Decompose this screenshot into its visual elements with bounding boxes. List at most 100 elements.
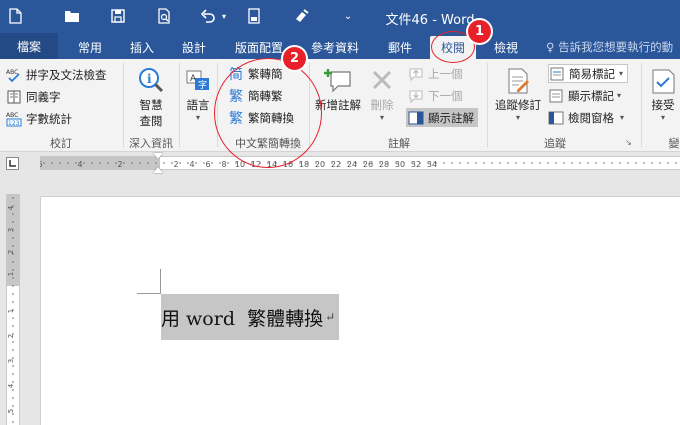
tab-file[interactable]: 檔案 bbox=[0, 33, 58, 59]
dialog-launcher-icon[interactable]: ↘ bbox=[625, 138, 632, 147]
tell-me-search[interactable]: ♀ 告訴我您想要執行的動 bbox=[546, 39, 673, 55]
dropdown-arrow-icon: ▾ bbox=[617, 91, 622, 100]
document-paragraph[interactable]: 用 word 繁體轉換 bbox=[161, 304, 323, 331]
smart-lookup-label-2: 查閱 bbox=[139, 114, 163, 128]
ruler-label: 4 bbox=[7, 383, 15, 388]
format-painter-icon[interactable] bbox=[290, 5, 314, 27]
track-changes-label: 追蹤修訂 bbox=[495, 98, 541, 112]
ruler-bar: 642246810121416182022242628303234 bbox=[0, 152, 680, 174]
ruler-label: 34 bbox=[427, 160, 437, 169]
title-bar: ▾ ⌄ 文件46 - Word bbox=[0, 0, 680, 33]
tell-me-text: 告訴我您想要執行的動 bbox=[558, 40, 674, 54]
open-folder-icon[interactable] bbox=[60, 5, 84, 27]
save-icon[interactable] bbox=[106, 5, 130, 27]
accept-label: 接受 bbox=[651, 98, 675, 112]
comments-group-label: 註解 bbox=[388, 137, 410, 150]
dropdown-arrow-icon: ▾ bbox=[379, 113, 384, 122]
tab-home[interactable]: 常用 bbox=[70, 36, 110, 59]
svg-text:i: i bbox=[147, 72, 152, 86]
tab-mailings[interactable]: 郵件 bbox=[380, 36, 420, 59]
thesaurus-icon bbox=[6, 89, 22, 105]
horizontal-ruler[interactable]: 642246810121416182022242628303234 bbox=[40, 153, 680, 173]
ruler-label: 4 bbox=[7, 205, 15, 210]
step-badge-2: 2 bbox=[283, 47, 306, 70]
show-markup-button[interactable]: 顯示標記 ▾ bbox=[548, 86, 621, 105]
thesaurus-label: 同義字 bbox=[26, 89, 61, 104]
first-line-indent-marker[interactable] bbox=[153, 153, 163, 159]
customize-dropdown-icon[interactable]: ⌄ bbox=[336, 5, 360, 27]
undo-dropdown-icon[interactable]: ▾ bbox=[218, 5, 230, 27]
word-count-icon: ABC 123 bbox=[6, 111, 22, 127]
spelling-icon: ABC bbox=[6, 67, 22, 83]
markup-mode-select[interactable]: 簡易標記 ▾ bbox=[548, 64, 629, 83]
group-divider bbox=[641, 63, 642, 147]
ruler-label: 20 bbox=[315, 160, 325, 169]
ruler-label: 28 bbox=[379, 160, 389, 169]
tab-view[interactable]: 檢視 bbox=[486, 36, 526, 59]
changes-group-label: 變 bbox=[668, 137, 680, 150]
spelling-grammar-button[interactable]: ABC 拼字及文法檢查 bbox=[6, 65, 107, 84]
smart-lookup-label-1: 智慧 bbox=[139, 98, 163, 112]
margin-corner-mark bbox=[137, 293, 161, 294]
next-comment-button[interactable]: 下一個 bbox=[408, 86, 463, 105]
ruler-label: 5 bbox=[7, 409, 15, 413]
previous-comment-button[interactable]: 上一個 bbox=[408, 64, 463, 83]
dropdown-arrow-icon: ▾ bbox=[195, 113, 200, 122]
touch-mode-icon[interactable] bbox=[242, 5, 266, 27]
show-comments-icon bbox=[408, 110, 424, 126]
show-markup-label: 顯示標記 bbox=[568, 88, 614, 103]
ruler-label: 32 bbox=[411, 160, 421, 169]
word-count-button[interactable]: ABC 123 字數統計 bbox=[6, 109, 72, 128]
new-comment-icon bbox=[322, 65, 354, 97]
show-comments-label: 顯示註解 bbox=[428, 110, 474, 125]
ruler-label: 2 bbox=[7, 334, 15, 338]
ruler-label: 6 bbox=[205, 160, 210, 169]
smart-lookup-button[interactable]: i 智慧 查閱 bbox=[132, 65, 170, 129]
show-markup-icon bbox=[548, 88, 564, 104]
delete-comment-icon bbox=[366, 65, 398, 97]
vertical-ruler[interactable]: 4 3 2 1 1 2 3 4 5 bbox=[6, 194, 20, 425]
new-document-icon[interactable] bbox=[3, 5, 27, 27]
svg-text:123: 123 bbox=[8, 120, 20, 127]
dropdown-arrow-icon: ▾ bbox=[620, 113, 625, 122]
undo-icon[interactable] bbox=[196, 5, 220, 27]
delete-comment-button[interactable]: 刪除 ▾ bbox=[364, 65, 400, 122]
step-badge-1: 1 bbox=[468, 20, 491, 43]
ruler-label: 30 bbox=[395, 160, 405, 169]
thesaurus-button[interactable]: 同義字 bbox=[6, 87, 61, 106]
tab-insert[interactable]: 插入 bbox=[122, 36, 162, 59]
dropdown-arrow-icon: ▾ bbox=[660, 113, 665, 122]
smart-lookup-icon: i bbox=[135, 65, 167, 97]
insights-group-label: 深入資訊 bbox=[129, 137, 173, 150]
selected-text[interactable]: 用 word 繁體轉換 ↵ bbox=[161, 294, 340, 340]
language-button[interactable]: A字 語言 ▾ bbox=[183, 65, 213, 122]
ruler-ticks: 642246810121416182022242628303234 bbox=[40, 160, 677, 169]
tab-design[interactable]: 設計 bbox=[174, 36, 214, 59]
ruler-label: 18 bbox=[299, 160, 309, 169]
markup-mode-value: 簡易標記 bbox=[569, 66, 615, 81]
tab-selector[interactable] bbox=[6, 157, 19, 170]
document-canvas: 4 3 2 1 1 2 3 4 5 用 word 繁體轉換 ↵ bbox=[0, 174, 680, 425]
tab-layout[interactable]: 版面配置 bbox=[228, 36, 290, 59]
reviewing-pane-icon bbox=[548, 110, 564, 126]
svg-text:ABC: ABC bbox=[6, 69, 18, 76]
reviewing-pane-button[interactable]: 檢閱窗格 ▾ bbox=[548, 108, 624, 127]
print-preview-icon[interactable] bbox=[152, 5, 176, 27]
track-changes-button[interactable]: 追蹤修訂 ▾ bbox=[490, 65, 546, 122]
ribbon: ABC 拼字及文法檢查 同義字 ABC 123 字數統計 校訂 i 智慧 查閱 深… bbox=[0, 59, 680, 152]
tab-references[interactable]: 參考資料 bbox=[304, 36, 366, 59]
proofing-group-label: 校訂 bbox=[50, 137, 72, 150]
document-page[interactable]: 用 word 繁體轉換 ↵ bbox=[40, 196, 680, 425]
svg-text:字: 字 bbox=[198, 79, 207, 91]
ruler-label: 2 bbox=[173, 160, 178, 169]
hanging-indent-marker[interactable] bbox=[153, 167, 163, 173]
word-count-label: 字數統計 bbox=[26, 111, 72, 126]
accept-button[interactable]: 接受 ▾ bbox=[646, 65, 680, 122]
language-label: 語言 bbox=[186, 98, 210, 112]
ruler-label: 6 bbox=[40, 160, 43, 169]
next-label: 下一個 bbox=[428, 88, 463, 103]
previous-comment-icon bbox=[408, 66, 424, 82]
show-comments-button[interactable]: 顯示註解 bbox=[406, 108, 478, 127]
ruler-label: 3 bbox=[7, 228, 15, 232]
spelling-label: 拼字及文法檢查 bbox=[26, 67, 107, 82]
